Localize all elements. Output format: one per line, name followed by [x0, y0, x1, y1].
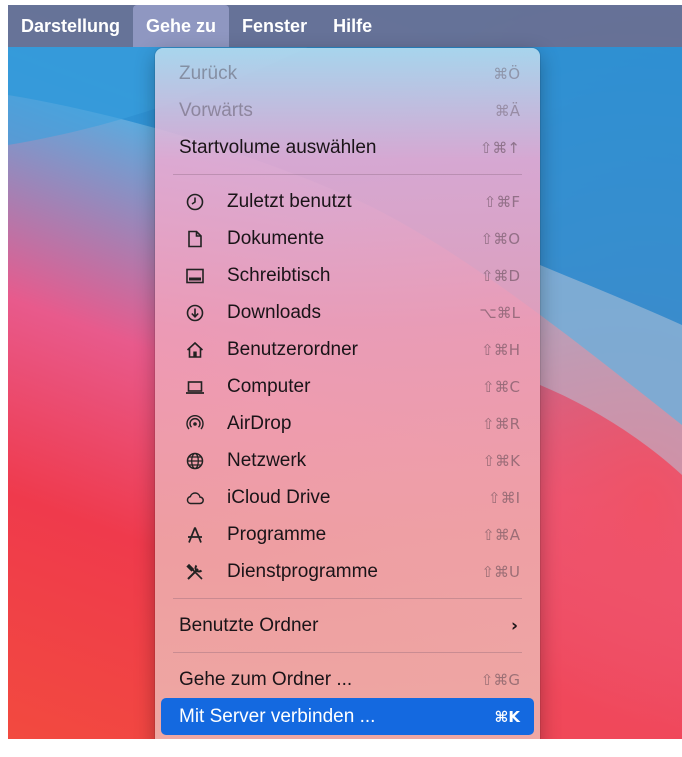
menu-item-shortcut: ⌥⌘L [479, 303, 520, 322]
menu-item-label: Netzwerk [227, 449, 307, 471]
globe-icon [186, 452, 204, 470]
laptop-icon [186, 381, 204, 394]
document-icon [188, 230, 202, 248]
menu-item-shortcut: ⌘Ä [494, 101, 520, 120]
menu-item-label: Computer [227, 375, 311, 397]
menu-item-forward[interactable]: Vorwärts ⌘Ä [161, 92, 534, 129]
menubar-item-hilfe[interactable]: Hilfe [320, 5, 385, 47]
menu-item-shortcut: ⇧⌘O [480, 229, 520, 248]
menu-item-recents[interactable]: Zuletzt benutzt ⇧⌘F [161, 183, 534, 220]
menu-item-network[interactable]: Netzwerk ⇧⌘K [161, 442, 534, 479]
menu-item-shortcut: ⇧⌘D [480, 266, 520, 285]
menu-item-label: Zuletzt benutzt [227, 190, 352, 212]
menu-item-label: Zurück [179, 62, 238, 84]
cloud-icon [186, 492, 204, 505]
menu-item-label: Benutzerordner [227, 338, 358, 360]
menu-item-shortcut: ⇧⌘I [488, 488, 520, 507]
menu-item-shortcut: ⌘Ö [493, 64, 520, 83]
menu-item-shortcut: ⌘K [494, 707, 520, 726]
menu-separator [173, 598, 522, 599]
menu-item-label: Mit Server verbinden ... [179, 705, 376, 727]
menu-item-shortcut: ⇧⌘A [482, 525, 520, 544]
menu-item-label: Vorwärts [179, 99, 253, 121]
menu-item-shortcut: ⇧⌘H [481, 340, 520, 359]
menu-item-shortcut: ⇧⌘K [482, 451, 520, 470]
tools-icon [186, 563, 203, 580]
menu-item-connect-to-server[interactable]: Mit Server verbinden ... ⌘K [161, 698, 534, 735]
menu-separator [173, 652, 522, 653]
go-menu-dropdown: Zurück ⌘Ö Vorwärts ⌘Ä Startvolume auswäh… [155, 48, 540, 739]
menu-item-label: iCloud Drive [227, 486, 331, 508]
menu-item-label: Programme [227, 523, 327, 545]
menubar-item-darstellung[interactable]: Darstellung [8, 5, 133, 47]
applications-icon [188, 527, 202, 543]
home-icon [186, 341, 204, 358]
menu-item-desktop[interactable]: Schreibtisch ⇧⌘D [161, 257, 534, 294]
menu-item-label: Schreibtisch [227, 264, 331, 286]
menu-item-applications[interactable]: Programme ⇧⌘A [161, 516, 534, 553]
menu-item-label: Gehe zum Ordner ... [179, 668, 353, 690]
download-icon [186, 304, 204, 322]
menu-item-label: Downloads [227, 301, 321, 323]
menu-separator [173, 174, 522, 175]
menu-item-shortcut: ⇧⌘C [481, 377, 520, 396]
menu-item-documents[interactable]: Dokumente ⇧⌘O [161, 220, 534, 257]
menu-item-recent-folders[interactable]: Benutzte Ordner › [161, 607, 534, 644]
menu-item-label: Dienstprogramme [227, 560, 378, 582]
chevron-right-icon: › [510, 615, 518, 636]
menu-item-home[interactable]: Benutzerordner ⇧⌘H [161, 331, 534, 368]
menu-item-downloads[interactable]: Downloads ⌥⌘L [161, 294, 534, 331]
menu-bar: Darstellung Gehe zu Fenster Hilfe [8, 5, 682, 47]
menu-item-shortcut: ⇧⌘R [482, 414, 520, 433]
airdrop-icon [186, 415, 204, 430]
desktop: Darstellung Gehe zu Fenster Hilfe Zurück… [8, 5, 682, 739]
menu-item-back[interactable]: Zurück ⌘Ö [161, 55, 534, 92]
menu-item-shortcut: ⇧⌘F [483, 192, 520, 211]
menu-item-icloud-drive[interactable]: iCloud Drive ⇧⌘I [161, 479, 534, 516]
menubar-item-gehe-zu[interactable]: Gehe zu [133, 5, 230, 47]
menu-item-shortcut: ⇧⌘U [481, 562, 520, 581]
menu-item-utilities[interactable]: Dienstprogramme ⇧⌘U [161, 553, 534, 590]
menu-item-shortcut: ⇧⌘↑ [479, 138, 520, 157]
menu-item-label: Startvolume auswählen [179, 136, 377, 158]
menubar-item-fenster[interactable]: Fenster [229, 5, 320, 47]
menu-item-label: Benutzte Ordner [179, 614, 319, 636]
menu-item-go-to-folder[interactable]: Gehe zum Ordner ... ⇧⌘G [161, 661, 534, 698]
menu-item-startup-volume[interactable]: Startvolume auswählen ⇧⌘↑ [161, 129, 534, 166]
menu-item-computer[interactable]: Computer ⇧⌘C [161, 368, 534, 405]
menu-item-shortcut: ⇧⌘G [480, 670, 520, 689]
clock-icon [186, 193, 204, 211]
menu-item-airdrop[interactable]: AirDrop ⇧⌘R [161, 405, 534, 442]
menu-item-label: Dokumente [227, 227, 325, 249]
desktop-icon [186, 268, 204, 284]
menu-item-label: AirDrop [227, 412, 292, 434]
